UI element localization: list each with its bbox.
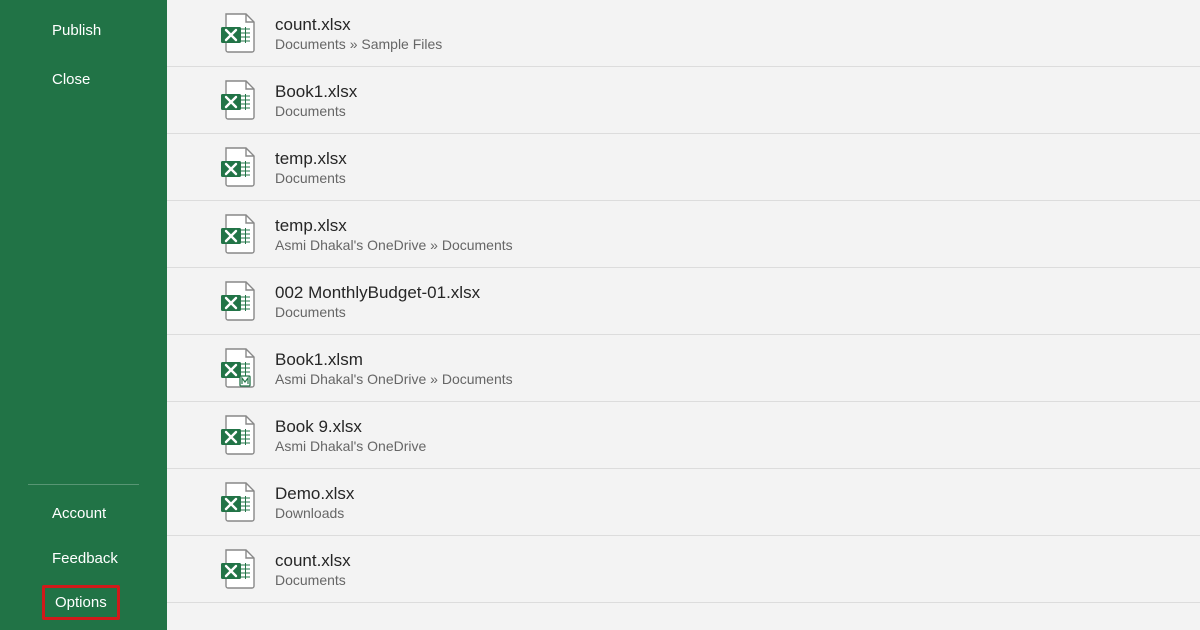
file-path: Downloads [275,505,354,521]
sidebar-item-label: Options [55,594,107,611]
main-content: count.xlsxDocuments » Sample Files Book1… [167,0,1200,630]
file-row[interactable]: Book1.xlsxDocuments [167,67,1200,134]
excel-file-icon [219,80,257,120]
recent-files-list: count.xlsxDocuments » Sample Files Book1… [167,0,1200,603]
file-text-group: 002 MonthlyBudget-01.xlsxDocuments [275,283,480,320]
excel-file-icon [219,482,257,522]
file-path: Documents [275,103,357,119]
file-path: Documents » Sample Files [275,36,442,52]
file-path: Asmi Dhakal's OneDrive » Documents [275,237,513,253]
file-text-group: temp.xlsxDocuments [275,149,347,186]
excel-file-icon [219,415,257,455]
excel-file-icon [219,549,257,589]
sidebar-item-close[interactable]: Close [0,63,167,96]
file-row[interactable]: Book 9.xlsxAsmi Dhakal's OneDrive [167,402,1200,469]
file-name: Book 9.xlsx [275,417,426,437]
file-name: Book1.xlsx [275,82,357,102]
sidebar: Publish Close Account Feedback Options [0,0,167,630]
excel-file-icon [219,214,257,254]
file-text-group: count.xlsxDocuments » Sample Files [275,15,442,52]
sidebar-item-label: Account [52,505,106,522]
file-row[interactable]: temp.xlsxDocuments [167,134,1200,201]
file-name: Book1.xlsm [275,350,513,370]
file-name: temp.xlsx [275,149,347,169]
file-path: Asmi Dhakal's OneDrive » Documents [275,371,513,387]
file-text-group: Demo.xlsxDownloads [275,484,354,521]
sidebar-divider [28,484,139,485]
sidebar-item-label: Close [52,71,90,88]
file-row[interactable]: Demo.xlsxDownloads [167,469,1200,536]
file-path: Documents [275,304,480,320]
sidebar-item-publish[interactable]: Publish [0,14,167,47]
file-row[interactable]: count.xlsxDocuments [167,536,1200,603]
file-row[interactable]: 002 MonthlyBudget-01.xlsxDocuments [167,268,1200,335]
sidebar-item-feedback[interactable]: Feedback [0,542,167,575]
sidebar-item-label: Publish [52,22,101,39]
file-text-group: Book 9.xlsxAsmi Dhakal's OneDrive [275,417,426,454]
sidebar-item-label: Feedback [52,550,118,567]
sidebar-item-options[interactable]: Options [42,585,120,620]
file-path: Documents [275,170,347,186]
file-name: temp.xlsx [275,216,513,236]
file-name: Demo.xlsx [275,484,354,504]
file-path: Asmi Dhakal's OneDrive [275,438,426,454]
sidebar-bottom-group: Account Feedback Options [0,484,167,630]
file-name: 002 MonthlyBudget-01.xlsx [275,283,480,303]
sidebar-top-group: Publish Close [0,0,167,484]
file-text-group: temp.xlsxAsmi Dhakal's OneDrive » Docume… [275,216,513,253]
file-text-group: Book1.xlsxDocuments [275,82,357,119]
sidebar-item-account[interactable]: Account [0,497,167,530]
excel-file-icon [219,348,257,388]
file-text-group: Book1.xlsmAsmi Dhakal's OneDrive » Docum… [275,350,513,387]
file-row[interactable]: Book1.xlsmAsmi Dhakal's OneDrive » Docum… [167,335,1200,402]
file-path: Documents [275,572,351,588]
file-name: count.xlsx [275,15,442,35]
file-text-group: count.xlsxDocuments [275,551,351,588]
file-name: count.xlsx [275,551,351,571]
excel-file-icon [219,147,257,187]
file-row[interactable]: temp.xlsxAsmi Dhakal's OneDrive » Docume… [167,201,1200,268]
file-row[interactable]: count.xlsxDocuments » Sample Files [167,0,1200,67]
excel-file-icon [219,13,257,53]
sidebar-item-options-wrapper: Options [0,585,167,620]
excel-file-icon [219,281,257,321]
